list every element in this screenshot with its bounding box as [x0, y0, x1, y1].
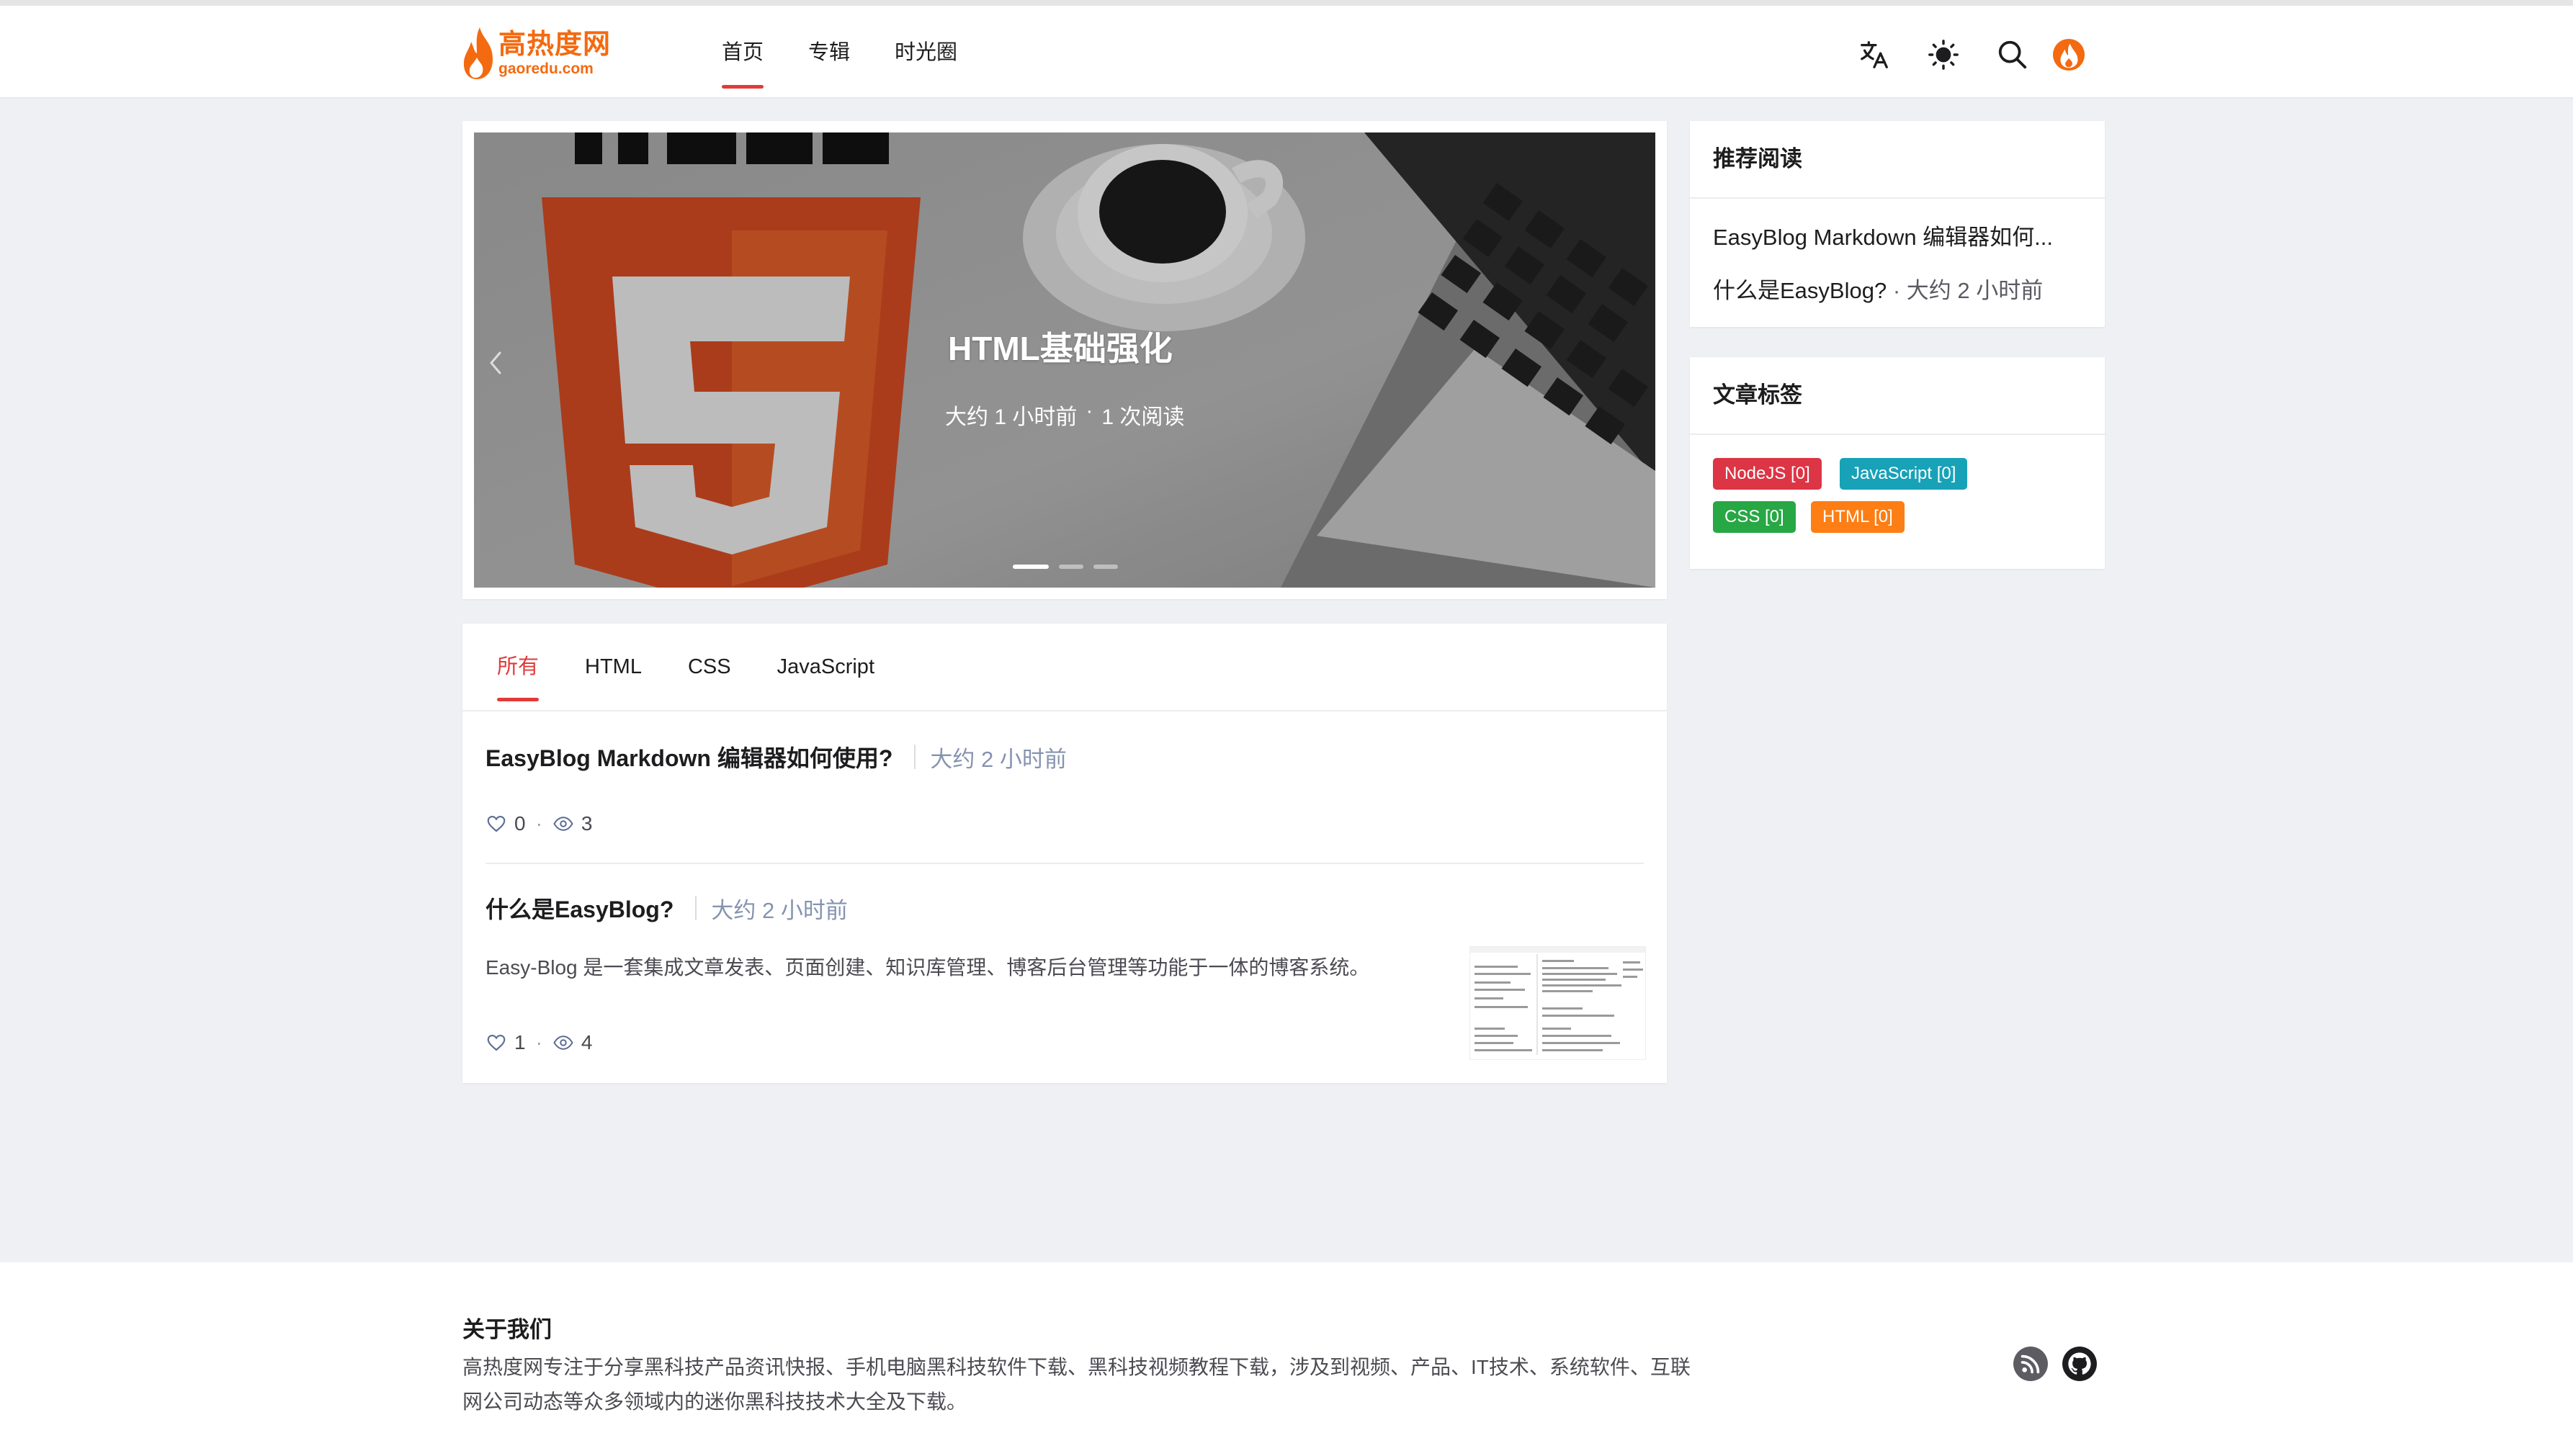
like-heart-icon[interactable] [485, 1032, 507, 1053]
tab-html[interactable]: HTML [585, 624, 642, 711]
recommended-item-time: · 大约 2 小时前 [1892, 278, 2044, 303]
card-divider [1690, 197, 2105, 199]
tag-css[interactable]: CSS [0] [1713, 501, 1796, 533]
stat-separator: · [535, 812, 542, 835]
avatar-flame-icon[interactable] [2051, 37, 2086, 72]
post-item: EasyBlog Markdown 编辑器如何使用? 大约 2 小时前 [485, 740, 1644, 773]
tags-title: 文章标签 [1713, 382, 1802, 408]
logo-title: 高热度网 [498, 29, 612, 60]
carousel-prev-icon[interactable] [481, 341, 510, 385]
post-stats: 0 · 3 [485, 812, 1644, 835]
logo-flame-icon [463, 27, 493, 79]
slide-meta: 大约 1 小时前 · 1 次阅读 [945, 399, 1184, 431]
recommended-reading-card: 推荐阅读 EasyBlog Markdown 编辑器如何... 什么是EasyB… [1690, 121, 2105, 327]
tag-html[interactable]: HTML [0] [1811, 501, 1905, 533]
post-time: 大约 2 小时前 [711, 897, 848, 923]
category-tabs: 所有 HTML CSS JavaScript [462, 624, 1667, 711]
post-divider-bar [695, 896, 697, 920]
carousel-slide[interactable]: HTML基础强化 大约 1 小时前 · 1 次阅读 [474, 132, 1655, 588]
carousel-indicators [1013, 565, 1118, 569]
post-thumbnail[interactable] [1469, 946, 1646, 1060]
view-eye-icon [553, 817, 573, 831]
post-time: 大约 2 小时前 [930, 746, 1067, 772]
slide-reads: 1 次阅读 [1101, 405, 1185, 429]
post-header: EasyBlog Markdown 编辑器如何使用? 大约 2 小时前 [485, 740, 1644, 773]
recommended-item[interactable]: EasyBlog Markdown 编辑器如何... [1713, 219, 2053, 251]
like-count: 0 [514, 812, 526, 835]
tab-css[interactable]: CSS [688, 624, 731, 711]
github-icon[interactable] [2062, 1346, 2098, 1382]
translate-icon[interactable] [1857, 37, 1892, 72]
like-count: 1 [514, 1031, 526, 1053]
view-eye-icon [553, 1035, 573, 1050]
site-logo[interactable]: 高热度网 gaoredu.com [461, 22, 612, 85]
view-count: 3 [581, 812, 593, 835]
rss-icon[interactable] [2013, 1346, 2049, 1382]
recommended-item-title[interactable]: EasyBlog Markdown 编辑器如何... [1713, 225, 2053, 250]
featured-carousel: HTML基础强化 大约 1 小时前 · 1 次阅读 [462, 121, 1667, 599]
tag-javascript[interactable]: JavaScript [0] [1840, 458, 1968, 490]
tag-nodejs[interactable]: NodeJS [0] [1713, 458, 1822, 490]
article-list-card: 所有 HTML CSS JavaScript EasyBlog Markdown… [462, 624, 1667, 1083]
tab-all[interactable]: 所有 [497, 624, 540, 711]
post-separator [485, 863, 1644, 864]
post-title[interactable]: EasyBlog Markdown 编辑器如何使用? [485, 740, 892, 773]
stat-separator: · [535, 1031, 542, 1053]
carousel-indicator-2[interactable] [1059, 565, 1083, 569]
carousel-indicator-1[interactable] [1013, 565, 1049, 569]
slide-meta-separator: · [1086, 399, 1093, 423]
logo-domain: gaoredu.com [498, 60, 594, 77]
top-navbar: 高热度网 gaoredu.com 首页 专辑 时光圈 [0, 0, 2573, 99]
recommended-item-title[interactable]: 什么是EasyBlog? [1713, 278, 1887, 303]
nav-item-albums[interactable]: 专辑 [808, 6, 850, 99]
search-icon[interactable] [1995, 37, 2030, 72]
theme-sun-icon[interactable] [1926, 37, 1961, 72]
card-divider [1690, 433, 2105, 435]
main-nav: 首页 专辑 时光圈 [722, 6, 1002, 99]
about-title: 关于我们 [462, 1317, 552, 1342]
like-heart-icon[interactable] [485, 813, 507, 835]
about-text: 高热度网专注于分享黑科技产品资讯快报、手机电脑黑科技软件下载、黑科技视频教程下载… [462, 1356, 1691, 1413]
site-footer: 关于我们 高热度网专注于分享黑科技产品资讯快报、手机电脑黑科技软件下载、黑科技视… [0, 1262, 2573, 1456]
post-item: 什么是EasyBlog? 大约 2 小时前 [485, 891, 1644, 925]
tab-javascript[interactable]: JavaScript [777, 624, 874, 711]
carousel-indicator-3[interactable] [1093, 565, 1118, 569]
slide-time: 大约 1 小时前 [945, 405, 1078, 429]
post-title[interactable]: 什么是EasyBlog? [485, 891, 674, 925]
nav-item-home[interactable]: 首页 [722, 6, 764, 99]
view-count: 4 [581, 1031, 593, 1053]
post-summary: Easy-Blog 是一套集成文章发表、页面创建、知识库管理、博客后台管理等功能… [485, 956, 1370, 979]
nav-item-moments[interactable]: 时光圈 [895, 6, 957, 99]
post-divider-bar [914, 745, 916, 769]
article-tags-card: 文章标签 NodeJS [0] JavaScript [0] CSS [0] H… [1690, 357, 2105, 569]
recommended-item[interactable]: 什么是EasyBlog? · 大约 2 小时前 [1713, 272, 2043, 305]
recommended-title: 推荐阅读 [1713, 146, 1802, 171]
logo-text: 高热度网 gaoredu.com [498, 31, 611, 76]
post-header: 什么是EasyBlog? 大约 2 小时前 [485, 891, 1644, 925]
slide-title[interactable]: HTML基础强化 [948, 323, 1173, 370]
